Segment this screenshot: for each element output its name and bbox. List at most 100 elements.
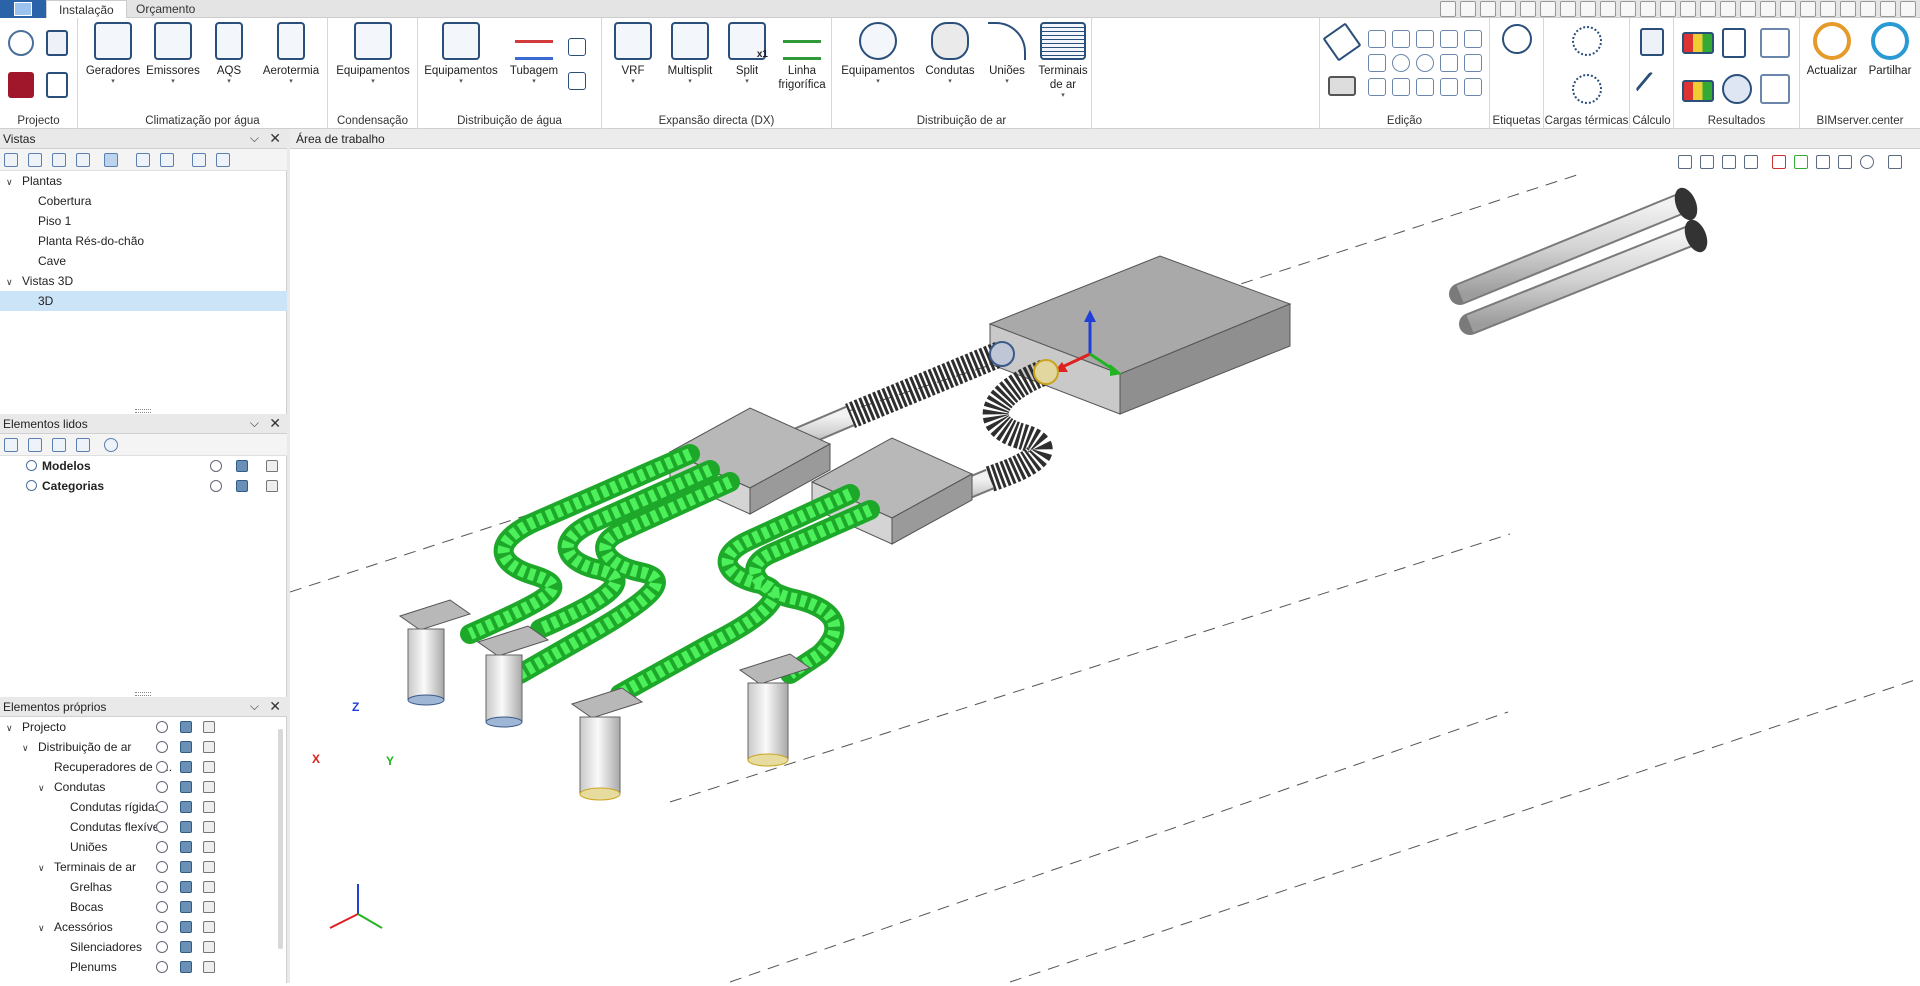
tree-item[interactable]: Recuperadores de c... bbox=[0, 757, 287, 777]
eraser-icon[interactable] bbox=[1328, 76, 1356, 96]
aqs-button[interactable]: AQS ▾ bbox=[206, 22, 252, 86]
export-view-icon[interactable] bbox=[216, 153, 230, 167]
window-icon[interactable] bbox=[1580, 1, 1596, 17]
zoom-previous-icon[interactable] bbox=[1480, 1, 1496, 17]
tools-icon[interactable] bbox=[1840, 1, 1856, 17]
snap-icon[interactable] bbox=[1700, 1, 1716, 17]
tree-item[interactable]: ∨ Distribuição de ar bbox=[0, 737, 287, 757]
visibility-eye-icon[interactable] bbox=[156, 781, 168, 793]
magnet-icon[interactable] bbox=[1640, 1, 1656, 17]
lock-icon[interactable] bbox=[203, 881, 215, 893]
chevron-down-icon[interactable]: ∨ bbox=[38, 918, 50, 938]
visibility-eye-icon[interactable] bbox=[156, 741, 168, 753]
model-filter-icon[interactable] bbox=[76, 438, 90, 452]
lock-icon[interactable] bbox=[203, 901, 215, 913]
zoom-window-icon[interactable] bbox=[1440, 1, 1456, 17]
text-icon[interactable] bbox=[1464, 54, 1482, 72]
3d-viewport[interactable]: Z X Y bbox=[289, 173, 1920, 983]
air-terminal-2[interactable] bbox=[476, 625, 550, 728]
visibility-eye-icon[interactable] bbox=[156, 801, 168, 813]
multisplit-button[interactable]: Multisplit ▾ bbox=[660, 22, 720, 86]
app-menu-button[interactable] bbox=[0, 0, 46, 18]
books-icon[interactable] bbox=[1900, 1, 1916, 17]
model-cube-icon[interactable] bbox=[180, 961, 192, 973]
tree-item[interactable]: ∨ Acessórios bbox=[0, 917, 287, 937]
tree-item[interactable]: Piso 1 bbox=[0, 211, 287, 231]
edit-icon[interactable] bbox=[1464, 30, 1482, 48]
tree-item[interactable]: Condutas flexíveis bbox=[0, 817, 287, 837]
tubagem-button[interactable]: Tubagem ▾ bbox=[504, 22, 564, 86]
visibility-eye-icon[interactable] bbox=[156, 961, 168, 973]
lock-icon[interactable] bbox=[203, 821, 215, 833]
tree-item[interactable]: Silenciadores bbox=[0, 937, 287, 957]
render-icon[interactable] bbox=[1722, 155, 1736, 169]
angle-icon[interactable] bbox=[1760, 1, 1776, 17]
magic-wand-icon[interactable] bbox=[1635, 71, 1669, 105]
lock-icon[interactable] bbox=[203, 721, 215, 733]
select-box-icon[interactable] bbox=[1660, 1, 1676, 17]
model-cube-icon[interactable] bbox=[180, 841, 192, 853]
model-tree-icon[interactable] bbox=[4, 438, 18, 452]
pencil-icon[interactable] bbox=[1322, 22, 1362, 62]
model-layout-icon[interactable] bbox=[52, 438, 66, 452]
grid-icon[interactable] bbox=[1680, 1, 1696, 17]
geradores-button[interactable]: Geradores ▾ bbox=[84, 22, 142, 86]
view-3d-icon[interactable] bbox=[1888, 155, 1902, 169]
tree-item[interactable]: ∨ Projecto bbox=[0, 717, 287, 737]
close-icon[interactable]: ✕ bbox=[269, 698, 281, 715]
panel-resize-grip[interactable] bbox=[135, 409, 151, 413]
zoom-all-icon[interactable] bbox=[1460, 1, 1476, 17]
crop-icon[interactable] bbox=[1740, 1, 1756, 17]
copy-view-icon[interactable] bbox=[52, 153, 66, 167]
tab-instalacao[interactable]: Instalação bbox=[46, 0, 127, 18]
results-check-icon[interactable] bbox=[1682, 80, 1714, 102]
label-search-icon[interactable] bbox=[1502, 24, 1532, 54]
model-cube-icon[interactable] bbox=[180, 741, 192, 753]
proprios-scrollbar[interactable] bbox=[278, 729, 283, 949]
model-cube-icon[interactable] bbox=[180, 761, 192, 773]
condutas-button[interactable]: Condutas ▾ bbox=[920, 22, 980, 86]
lidos-item[interactable]: Categorias bbox=[0, 476, 287, 496]
grid-view-icon[interactable] bbox=[1794, 155, 1808, 169]
move-copy-icon[interactable] bbox=[1392, 30, 1410, 48]
model-cube-icon[interactable] bbox=[180, 941, 192, 953]
model-cube-icon[interactable] bbox=[236, 480, 248, 492]
chevron-down-icon[interactable]: ⌵ bbox=[250, 416, 259, 431]
layers-icon[interactable] bbox=[1600, 1, 1616, 17]
orbit-view-icon[interactable] bbox=[1744, 155, 1758, 169]
chevron-down-icon[interactable]: ⌵ bbox=[250, 131, 259, 146]
lock-icon[interactable] bbox=[203, 801, 215, 813]
image-icon[interactable] bbox=[160, 153, 174, 167]
chevron-down-icon[interactable]: ∨ bbox=[6, 272, 18, 292]
visibility-eye-icon[interactable] bbox=[156, 921, 168, 933]
cube-view-icon[interactable] bbox=[1700, 155, 1714, 169]
chevron-down-icon[interactable]: ∨ bbox=[38, 858, 50, 878]
tab-orcamento[interactable]: Orçamento bbox=[124, 0, 207, 18]
orbit-icon[interactable] bbox=[1560, 1, 1576, 17]
partilhar-button[interactable]: Partilhar bbox=[1862, 22, 1918, 78]
camera-icon[interactable] bbox=[136, 153, 150, 167]
chevron-down-icon[interactable]: ∨ bbox=[22, 738, 34, 758]
mirror-icon[interactable] bbox=[1416, 78, 1434, 96]
pan-hand-icon[interactable] bbox=[1540, 1, 1556, 17]
tree-item[interactable]: Cave bbox=[0, 251, 287, 271]
model-cube-icon[interactable] bbox=[180, 801, 192, 813]
visibility-eye-icon[interactable] bbox=[156, 821, 168, 833]
chevron-down-icon[interactable]: ∨ bbox=[38, 778, 50, 798]
import-view-icon[interactable] bbox=[192, 153, 206, 167]
tree-item[interactable]: Bocas bbox=[0, 897, 287, 917]
model-cube-icon[interactable] bbox=[180, 921, 192, 933]
delete-view-icon[interactable] bbox=[76, 153, 90, 167]
air-terminal-4[interactable] bbox=[738, 653, 812, 767]
model-cube-icon[interactable] bbox=[180, 901, 192, 913]
model-cube-icon[interactable] bbox=[180, 881, 192, 893]
gear-icon[interactable] bbox=[8, 30, 34, 56]
cut-icon[interactable] bbox=[1464, 78, 1482, 96]
hierarchy-icon[interactable] bbox=[1760, 74, 1790, 104]
pipe-tool-icon[interactable] bbox=[568, 38, 586, 56]
refresh-icon[interactable] bbox=[1500, 1, 1516, 17]
visibility-eye-icon[interactable] bbox=[156, 761, 168, 773]
ar-equipamentos-button[interactable]: Equipamentos ▾ bbox=[838, 22, 918, 86]
align-icon[interactable] bbox=[1440, 30, 1458, 48]
info-icon[interactable] bbox=[104, 438, 118, 452]
